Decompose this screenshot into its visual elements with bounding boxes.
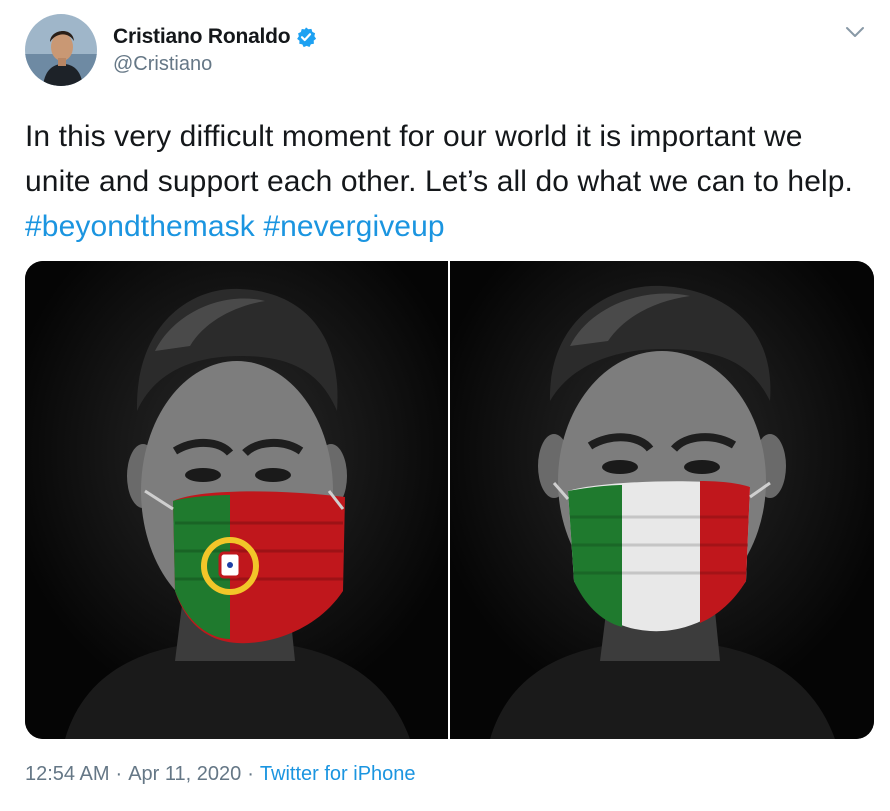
verified-badge-icon [295, 26, 317, 48]
portrait-italy-mask-icon [450, 261, 874, 739]
separator-dot: · [247, 763, 254, 785]
author-name-row[interactable]: Cristiano Ronaldo [113, 25, 317, 49]
tweet-text: In this very difficult moment for our wo… [25, 114, 865, 249]
tweet-card: Cristiano Ronaldo @Cristiano In this ver… [0, 0, 890, 811]
tweet-source-link[interactable]: Twitter for iPhone [260, 763, 416, 786]
profile-photo-icon [25, 14, 97, 86]
tweet-body-text: In this very difficult moment for our wo… [25, 120, 853, 198]
tweet-date[interactable]: Apr 11, 2020 [128, 763, 241, 786]
tweet-time[interactable]: 12:54 AM [25, 763, 110, 786]
chevron-down-icon[interactable] [844, 24, 866, 40]
author-names: Cristiano Ronaldo @Cristiano [113, 25, 317, 76]
avatar[interactable] [25, 14, 97, 86]
tweet-media [25, 261, 874, 739]
display-name[interactable]: Cristiano Ronaldo [113, 25, 291, 49]
tweet-meta: 12:54 AM · Apr 11, 2020 · Twitter for iP… [25, 763, 416, 786]
author-handle[interactable]: @Cristiano [113, 53, 317, 76]
hashtag-link[interactable]: #beyondthemask [25, 210, 255, 243]
hashtag-link[interactable]: #nevergiveup [263, 210, 444, 243]
separator-dot: · [115, 763, 123, 785]
portrait-portugal-mask-icon [25, 261, 448, 739]
tweet-header: Cristiano Ronaldo @Cristiano [25, 14, 317, 86]
media-photo-italy[interactable] [450, 261, 874, 739]
media-photo-portugal[interactable] [25, 261, 448, 739]
